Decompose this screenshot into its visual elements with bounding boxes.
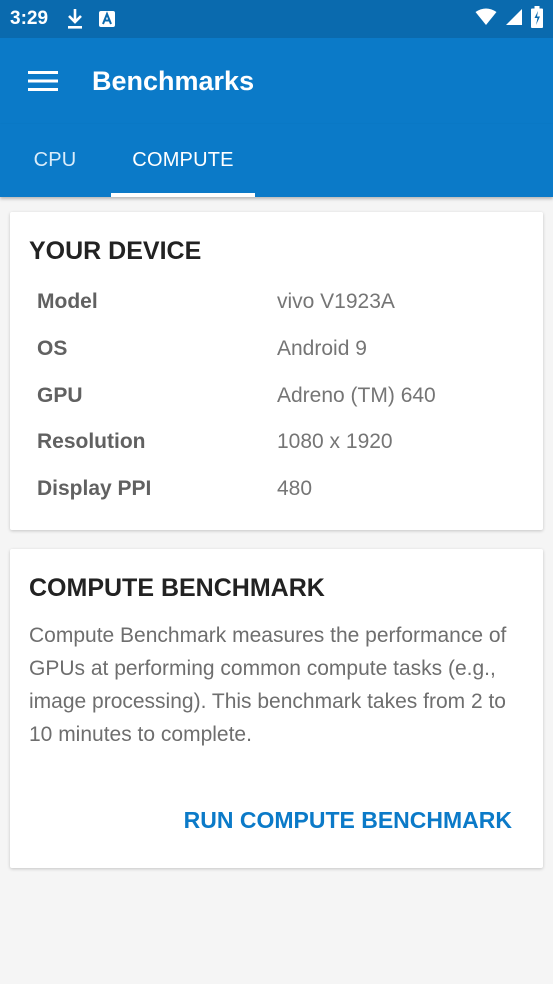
spec-row-gpu: GPU Adreno (TM) 640	[37, 384, 517, 414]
spec-value: vivo V1923A	[277, 290, 395, 313]
signal-icon	[505, 8, 523, 31]
tab-cpu[interactable]: CPU	[12, 124, 98, 197]
spec-value: Android 9	[277, 337, 367, 360]
spec-row-resolution: Resolution 1080 x 1920	[37, 430, 517, 460]
tab-active-indicator	[111, 193, 255, 197]
app-title: Benchmarks	[92, 65, 255, 96]
spec-value: Adreno (TM) 640	[277, 384, 436, 407]
wifi-icon	[475, 8, 497, 31]
battery-icon	[531, 5, 543, 33]
tab-cpu-label: CPU	[33, 149, 77, 171]
compute-benchmark-card: COMPUTE BENCHMARK Compute Benchmark meas…	[10, 549, 543, 868]
tab-compute-label: COMPUTE	[132, 149, 234, 171]
spec-value: 1080 x 1920	[277, 430, 393, 453]
spec-value: 480	[277, 477, 313, 500]
spec-row-display-ppi: Display PPI 480	[37, 477, 517, 507]
device-card-heading: YOUR DEVICE	[29, 237, 202, 265]
device-card: YOUR DEVICE Model vivo V1923A OS Android…	[10, 212, 543, 530]
status-right-icons	[475, 5, 543, 33]
spec-row-model: Model vivo V1923A	[37, 290, 517, 320]
run-compute-benchmark-button[interactable]: RUN COMPUTE BENCHMARK	[184, 807, 512, 834]
compute-card-heading: COMPUTE BENCHMARK	[29, 574, 325, 602]
status-time: 3:29	[10, 8, 49, 29]
spec-label: GPU	[37, 384, 83, 407]
spec-label: OS	[37, 337, 68, 360]
app-root: 3:29 Benchmarks CPU COMPUTE YOUR DEVICE …	[0, 0, 553, 984]
spec-row-os: OS Android 9	[37, 337, 517, 367]
status-bar: 3:29	[0, 0, 553, 38]
spec-label: Display PPI	[37, 477, 152, 500]
app-bar: Benchmarks	[0, 38, 553, 124]
compute-card-description: Compute Benchmark measures the performan…	[29, 624, 507, 746]
tab-compute[interactable]: COMPUTE	[111, 124, 255, 197]
hamburger-menu-icon[interactable]	[0, 38, 86, 124]
spec-label: Model	[37, 290, 98, 313]
download-icon	[66, 8, 84, 30]
a-badge-icon	[98, 10, 116, 28]
spec-label: Resolution	[37, 430, 146, 453]
tab-bar: CPU COMPUTE	[0, 124, 553, 197]
